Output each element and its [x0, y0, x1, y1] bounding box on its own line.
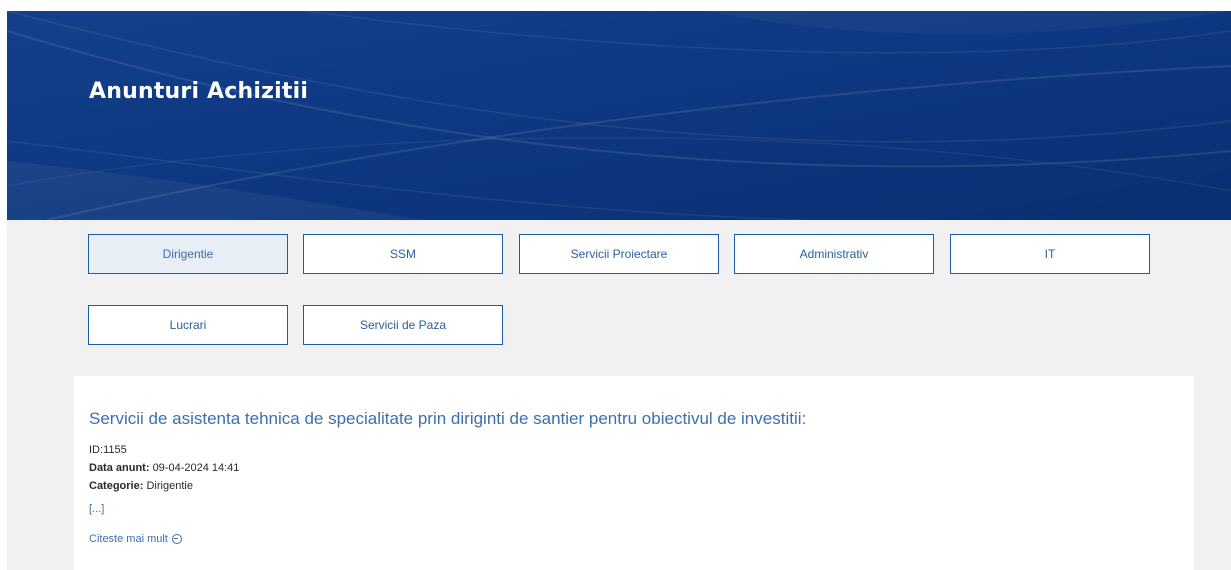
announcement-date: Data anunt: 09-04-2024 14:41: [89, 462, 239, 474]
announcement-ellipsis-link[interactable]: [...]: [89, 503, 104, 515]
announcement-card: Servicii de asistenta tehnica de special…: [74, 376, 1194, 570]
top-strip: [0, 0, 1231, 11]
page-title: Anunturi Achizitii: [89, 79, 309, 104]
announcement-id-label: ID:: [89, 444, 104, 456]
announcement-category-label: Categorie:: [89, 480, 144, 492]
category-button-it[interactable]: IT: [950, 234, 1150, 274]
hero-background-waves: [7, 11, 1231, 220]
announcement-id: ID:1155: [89, 444, 127, 456]
announcement-date-value: 09-04-2024 14:41: [152, 462, 240, 474]
category-button-servicii-proiectare[interactable]: Servicii Proiectare: [519, 234, 719, 274]
announcement-title-link[interactable]: Servicii de asistenta tehnica de special…: [89, 409, 806, 429]
announcement-category-value: Dirigentie: [146, 480, 193, 492]
category-button-dirigentie[interactable]: Dirigentie: [88, 234, 288, 274]
category-button-servicii-de-paza[interactable]: Servicii de Paza: [303, 305, 503, 345]
main-content: Dirigentie SSM Servicii Proiectare Admin…: [7, 220, 1231, 570]
circle-arrow-icon: [171, 534, 182, 544]
announcement-category: Categorie: Dirigentie: [89, 480, 193, 492]
read-more-link[interactable]: Citeste mai mult: [89, 533, 182, 545]
category-button-lucrari[interactable]: Lucrari: [88, 305, 288, 345]
category-button-ssm[interactable]: SSM: [303, 234, 503, 274]
announcement-date-label: Data anunt:: [89, 462, 150, 474]
hero-banner: Anunturi Achizitii: [7, 11, 1231, 220]
announcement-id-value: 1155: [103, 444, 127, 456]
read-more-label: Citeste mai mult: [89, 533, 168, 545]
category-button-administrativ[interactable]: Administrativ: [734, 234, 934, 274]
